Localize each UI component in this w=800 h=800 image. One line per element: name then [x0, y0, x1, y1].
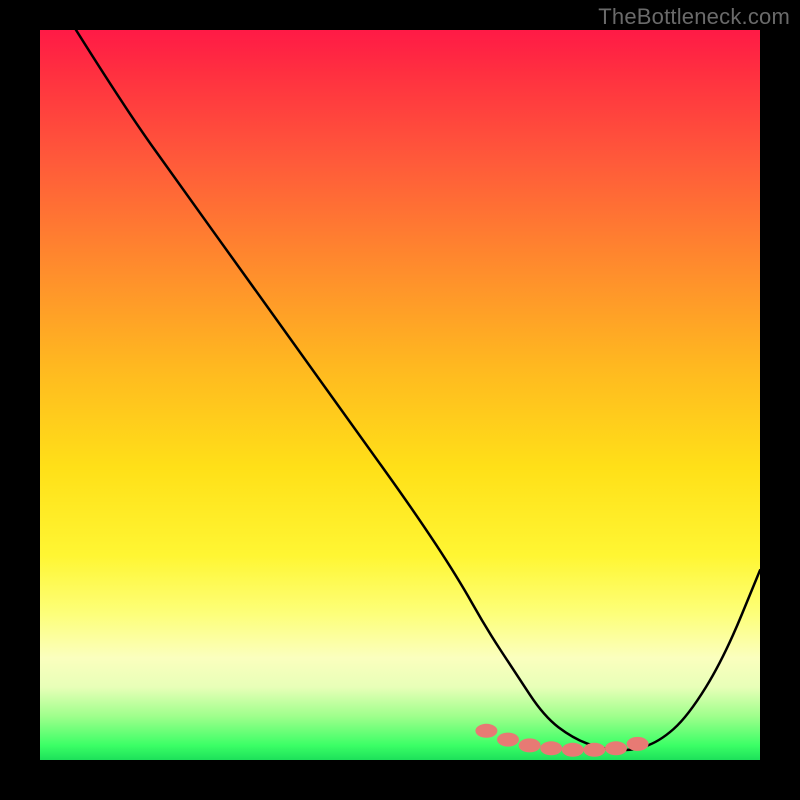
marker-dot	[627, 737, 649, 751]
chart-frame: TheBottleneck.com	[0, 0, 800, 800]
marker-dot	[583, 743, 605, 757]
marker-dot	[540, 741, 562, 755]
chart-svg	[40, 30, 760, 760]
marker-dot	[519, 738, 541, 752]
plot-area	[40, 30, 760, 760]
watermark-text: TheBottleneck.com	[598, 4, 790, 30]
marker-dot	[562, 743, 584, 757]
marker-dot	[475, 724, 497, 738]
marker-dot	[605, 741, 627, 755]
marker-dot	[497, 733, 519, 747]
curve-path	[76, 30, 760, 750]
